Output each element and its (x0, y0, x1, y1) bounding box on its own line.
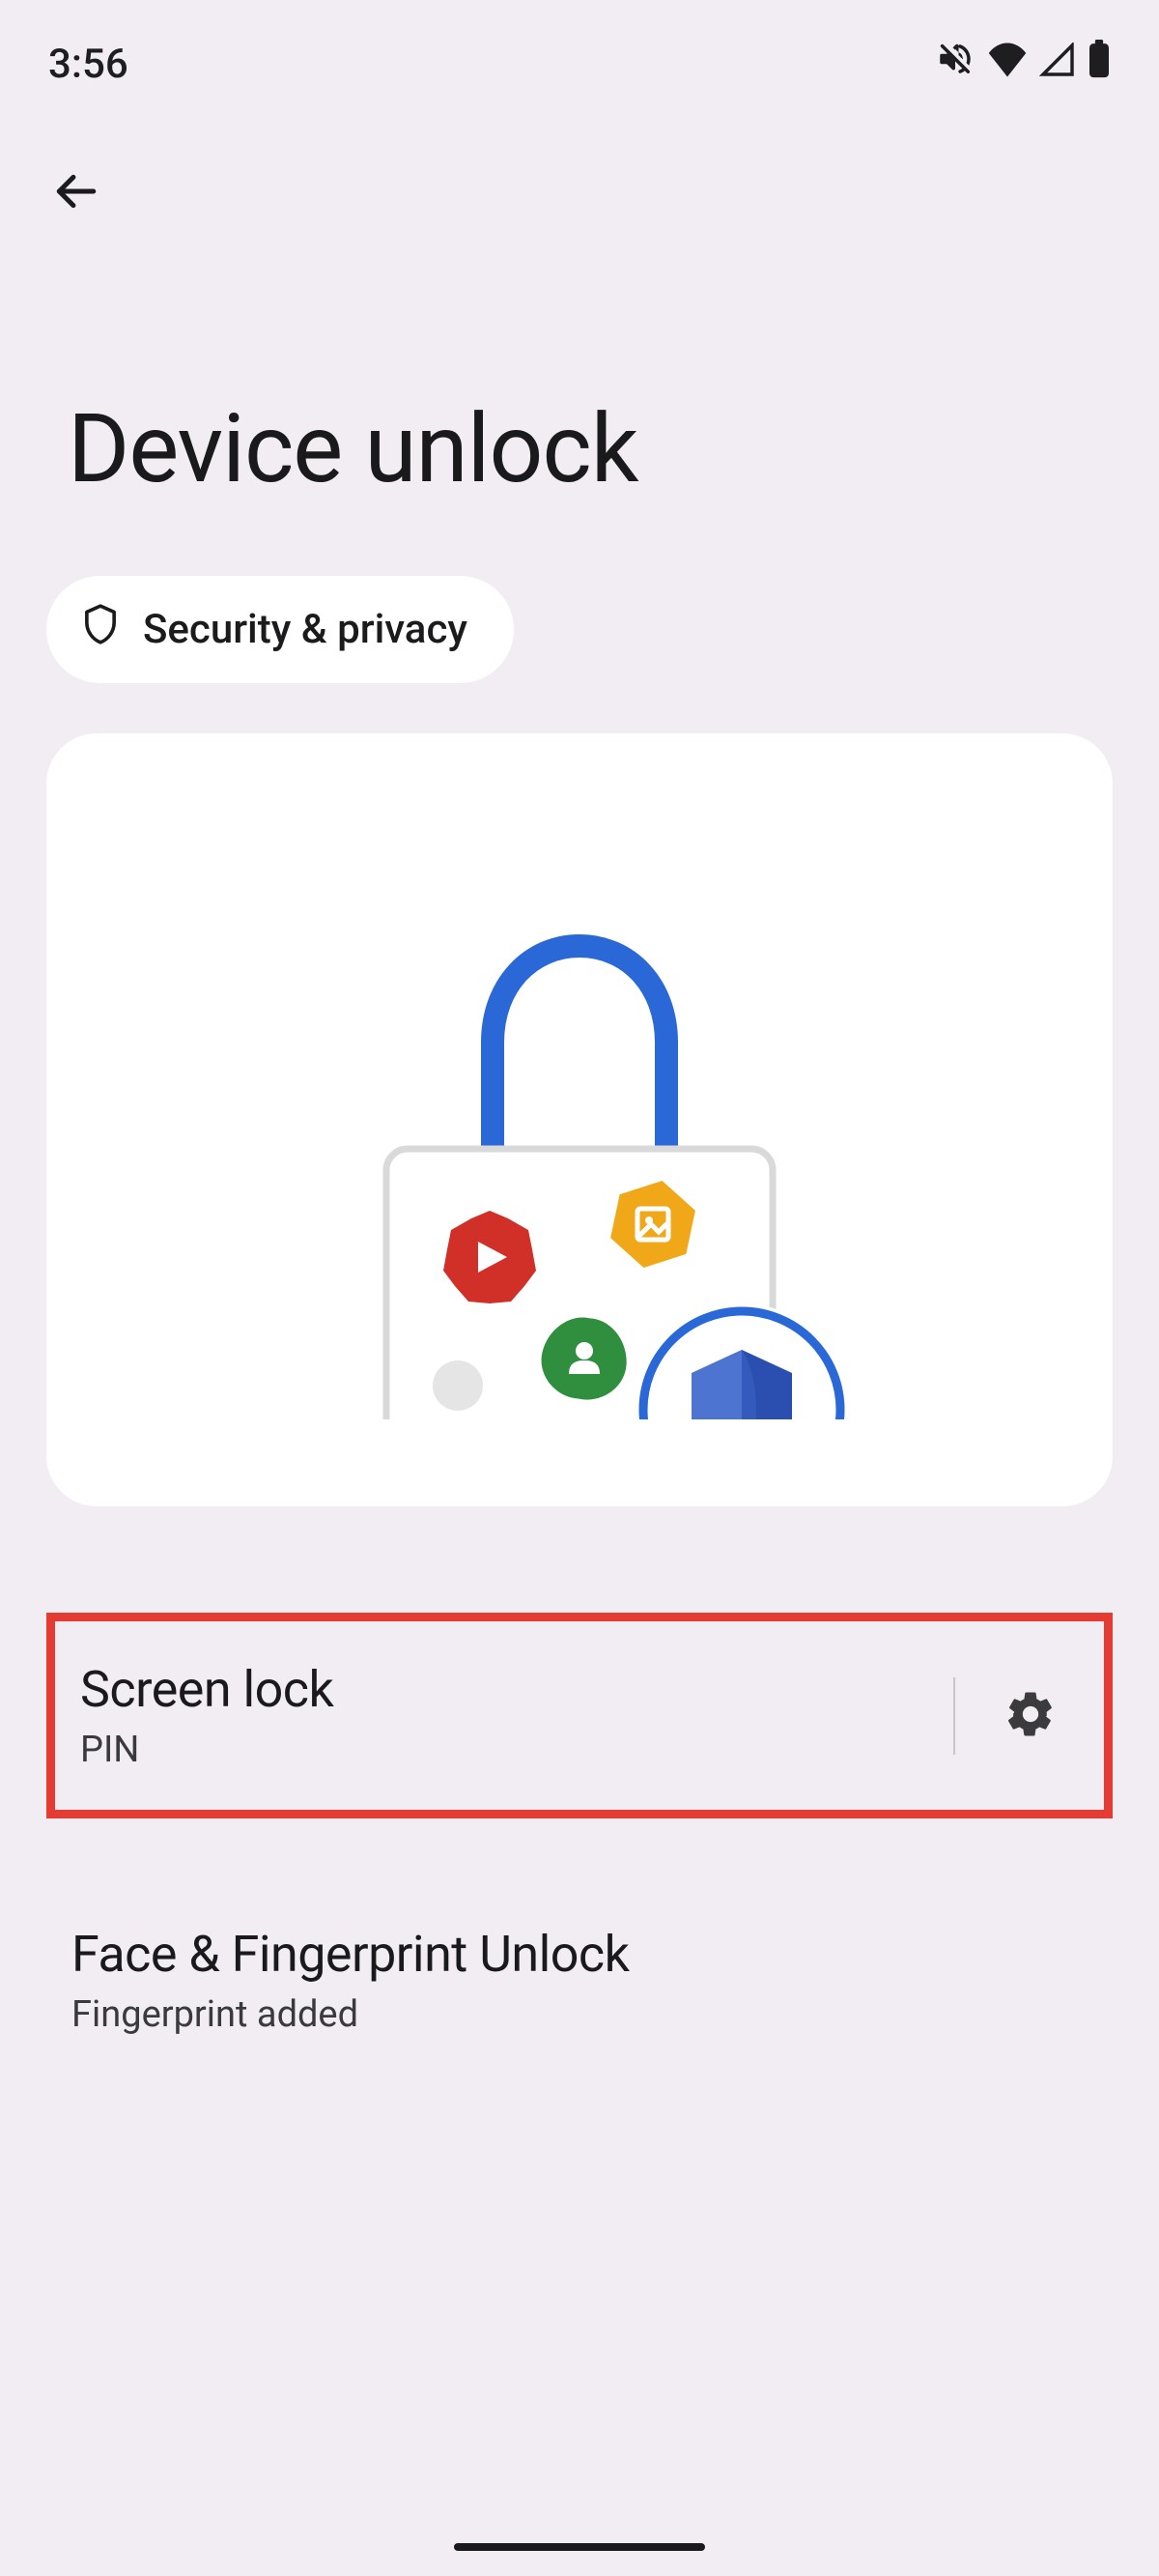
back-button[interactable] (48, 165, 102, 219)
mute-icon (935, 39, 975, 90)
screen-lock-settings-button[interactable] (982, 1668, 1079, 1764)
breadcrumb-chip[interactable]: Security & privacy (46, 576, 514, 683)
status-time: 3:56 (48, 41, 128, 88)
battery-icon (1088, 40, 1111, 89)
arrow-left-icon (51, 167, 99, 218)
shield-icon (81, 603, 120, 656)
screen-lock-main: Screen lock PIN (80, 1660, 926, 1771)
signal-icon (1039, 41, 1076, 88)
status-bar: 3:56 (0, 0, 1159, 109)
face-fingerprint-item[interactable]: Face & Fingerprint Unlock Fingerprint ad… (46, 1886, 1113, 2075)
wifi-icon (987, 41, 1028, 88)
status-icons (935, 39, 1111, 90)
page-title: Device unlock (0, 239, 1159, 543)
toolbar (0, 109, 1159, 239)
nav-handle[interactable] (454, 2543, 705, 2551)
hero-illustration (46, 733, 1113, 1506)
lock-illustration (290, 840, 869, 1400)
face-fingerprint-main: Face & Fingerprint Unlock Fingerprint ad… (71, 1925, 1088, 2036)
screen-lock-item[interactable]: Screen lock PIN (46, 1613, 1113, 1818)
gear-icon (1004, 1687, 1058, 1744)
breadcrumb-label: Security & privacy (143, 606, 467, 653)
divider (953, 1677, 955, 1755)
screen-lock-subtitle: PIN (80, 1729, 926, 1771)
face-fingerprint-subtitle: Fingerprint added (71, 1993, 1088, 2036)
face-fingerprint-title: Face & Fingerprint Unlock (71, 1925, 1088, 1984)
screen-lock-title: Screen lock (80, 1660, 926, 1719)
